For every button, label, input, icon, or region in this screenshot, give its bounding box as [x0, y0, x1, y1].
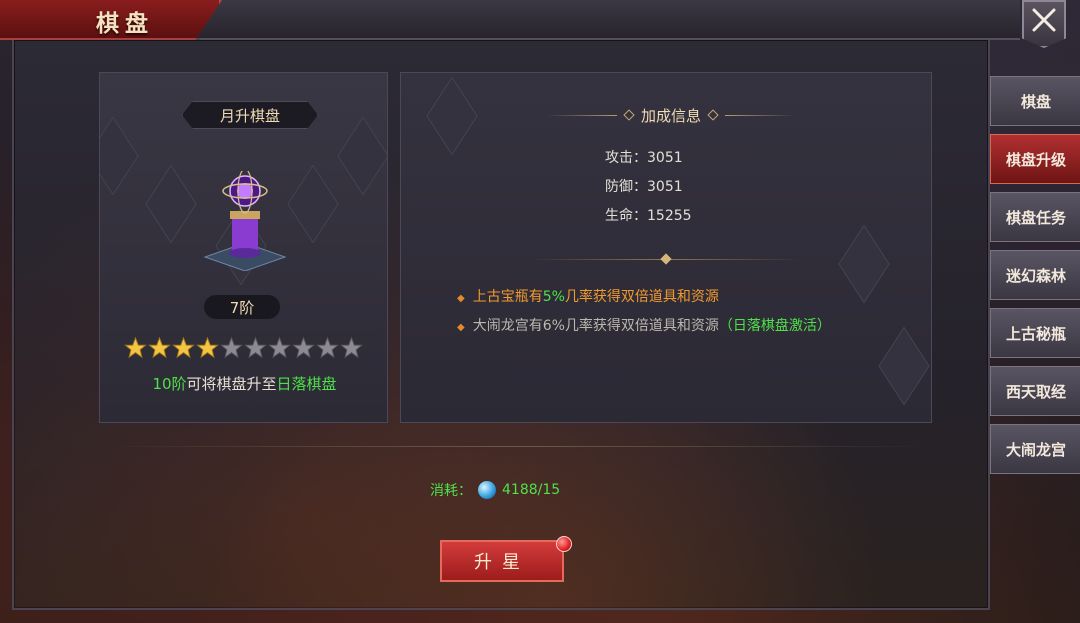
close-icon: [1032, 8, 1056, 32]
bullet-icon: ◆: [457, 322, 465, 333]
board-tile: [878, 326, 930, 406]
star-filled-icon: [172, 337, 195, 359]
side-tab-0[interactable]: 棋盘: [990, 76, 1080, 126]
window-title: 棋盘: [96, 11, 154, 37]
star-empty-icon: [244, 337, 267, 359]
stat-attack: 攻击：3051: [605, 150, 683, 166]
bonus-text: 几率获得双倍道具和资源: [564, 289, 719, 305]
side-tab-label: 上古秘瓶: [1005, 324, 1066, 343]
window-header: [200, 0, 1020, 40]
bonus-line-1: ◆ 上古宝瓶有5%几率获得双倍道具和资源: [457, 286, 719, 306]
bonus-text: 大闹龙宫有6%几率获得双倍道具和资源: [472, 318, 719, 334]
board-tile: [426, 76, 478, 156]
divider-diamond-icon: [660, 253, 672, 265]
side-tab-label: 西天取经: [1005, 382, 1066, 401]
board-name-plate: 月升棋盘: [182, 101, 318, 129]
star-up-button[interactable]: 升星: [440, 540, 564, 582]
close-button[interactable]: [1022, 0, 1066, 48]
side-tab-label: 棋盘升级: [1005, 150, 1066, 169]
side-tab-label: 棋盘任务: [1005, 208, 1066, 227]
ornament-line: [546, 114, 617, 116]
stat-defense: 防御：3051: [605, 179, 683, 195]
stat-hp: 生命：15255: [605, 208, 692, 224]
ornament-diamond-icon: [707, 109, 719, 121]
board-tile: [287, 164, 339, 244]
star-empty-icon: [268, 337, 291, 359]
side-tab-5[interactable]: 西天取经: [990, 366, 1080, 416]
board-tile: [838, 224, 890, 304]
hint-text: 可将棋盘升至: [186, 375, 277, 393]
star-empty-icon: [316, 337, 339, 359]
board-tile: [100, 116, 139, 196]
star-filled-icon: [148, 337, 171, 359]
board-name: 月升棋盘: [219, 106, 280, 125]
star-rating: [124, 337, 364, 361]
bullet-icon: ◆: [457, 293, 465, 304]
star-empty-icon: [292, 337, 315, 359]
ornament-line: [725, 114, 795, 116]
bonus-note: （日落棋盘激活）: [718, 318, 831, 334]
hint-level: 10阶: [152, 375, 187, 393]
bonus-info-panel: 加成信息 攻击：3051 防御：3051 生命：15255 ◆ 上古宝瓶有5%几率…: [400, 72, 932, 423]
upgrade-hint: 10阶可将棋盘升至日落棋盘: [100, 373, 387, 394]
board-tile: [337, 116, 387, 196]
side-tab-label: 棋盘: [1020, 92, 1051, 111]
star-empty-icon: [340, 337, 363, 359]
cost-value: 4188/15: [502, 482, 561, 498]
side-tab-6[interactable]: 大闹龙宫: [990, 424, 1080, 474]
board-tile: [145, 164, 197, 244]
notification-dot-icon: [556, 536, 572, 552]
side-tab-4[interactable]: 上古秘瓶: [990, 308, 1080, 358]
star-empty-icon: [220, 337, 243, 359]
bonus-text: 上古宝瓶有: [472, 289, 543, 305]
divider: [99, 446, 932, 447]
gem-icon: [478, 481, 496, 499]
side-tab-label: 大闹龙宫: [1005, 440, 1066, 459]
section-title: 加成信息: [640, 106, 701, 125]
cost-row: 消耗： 4188/15: [430, 480, 560, 500]
ornament-diamond-icon: [623, 109, 635, 121]
hint-target-board: 日落棋盘: [276, 375, 337, 393]
board-preview-panel: 月升棋盘 7阶 10阶可将棋盘升至日落棋盘: [99, 72, 388, 423]
cost-label: 消耗：: [430, 483, 472, 499]
board-artifact-icon: [203, 171, 287, 271]
side-tab-1[interactable]: 棋盘升级: [990, 134, 1080, 184]
star-filled-icon: [196, 337, 219, 359]
board-level-badge: 7阶: [204, 295, 280, 319]
side-tab-label: 迷幻森林: [1005, 266, 1066, 285]
section-header: 加成信息: [531, 103, 811, 127]
bonus-percent: 5%: [542, 289, 565, 305]
side-tab-3[interactable]: 迷幻森林: [990, 250, 1080, 300]
side-tab-2[interactable]: 棋盘任务: [990, 192, 1080, 242]
star-filled-icon: [124, 337, 147, 359]
bonus-line-2: ◆ 大闹龙宫有6%几率获得双倍道具和资源（日落棋盘激活）: [457, 315, 831, 335]
